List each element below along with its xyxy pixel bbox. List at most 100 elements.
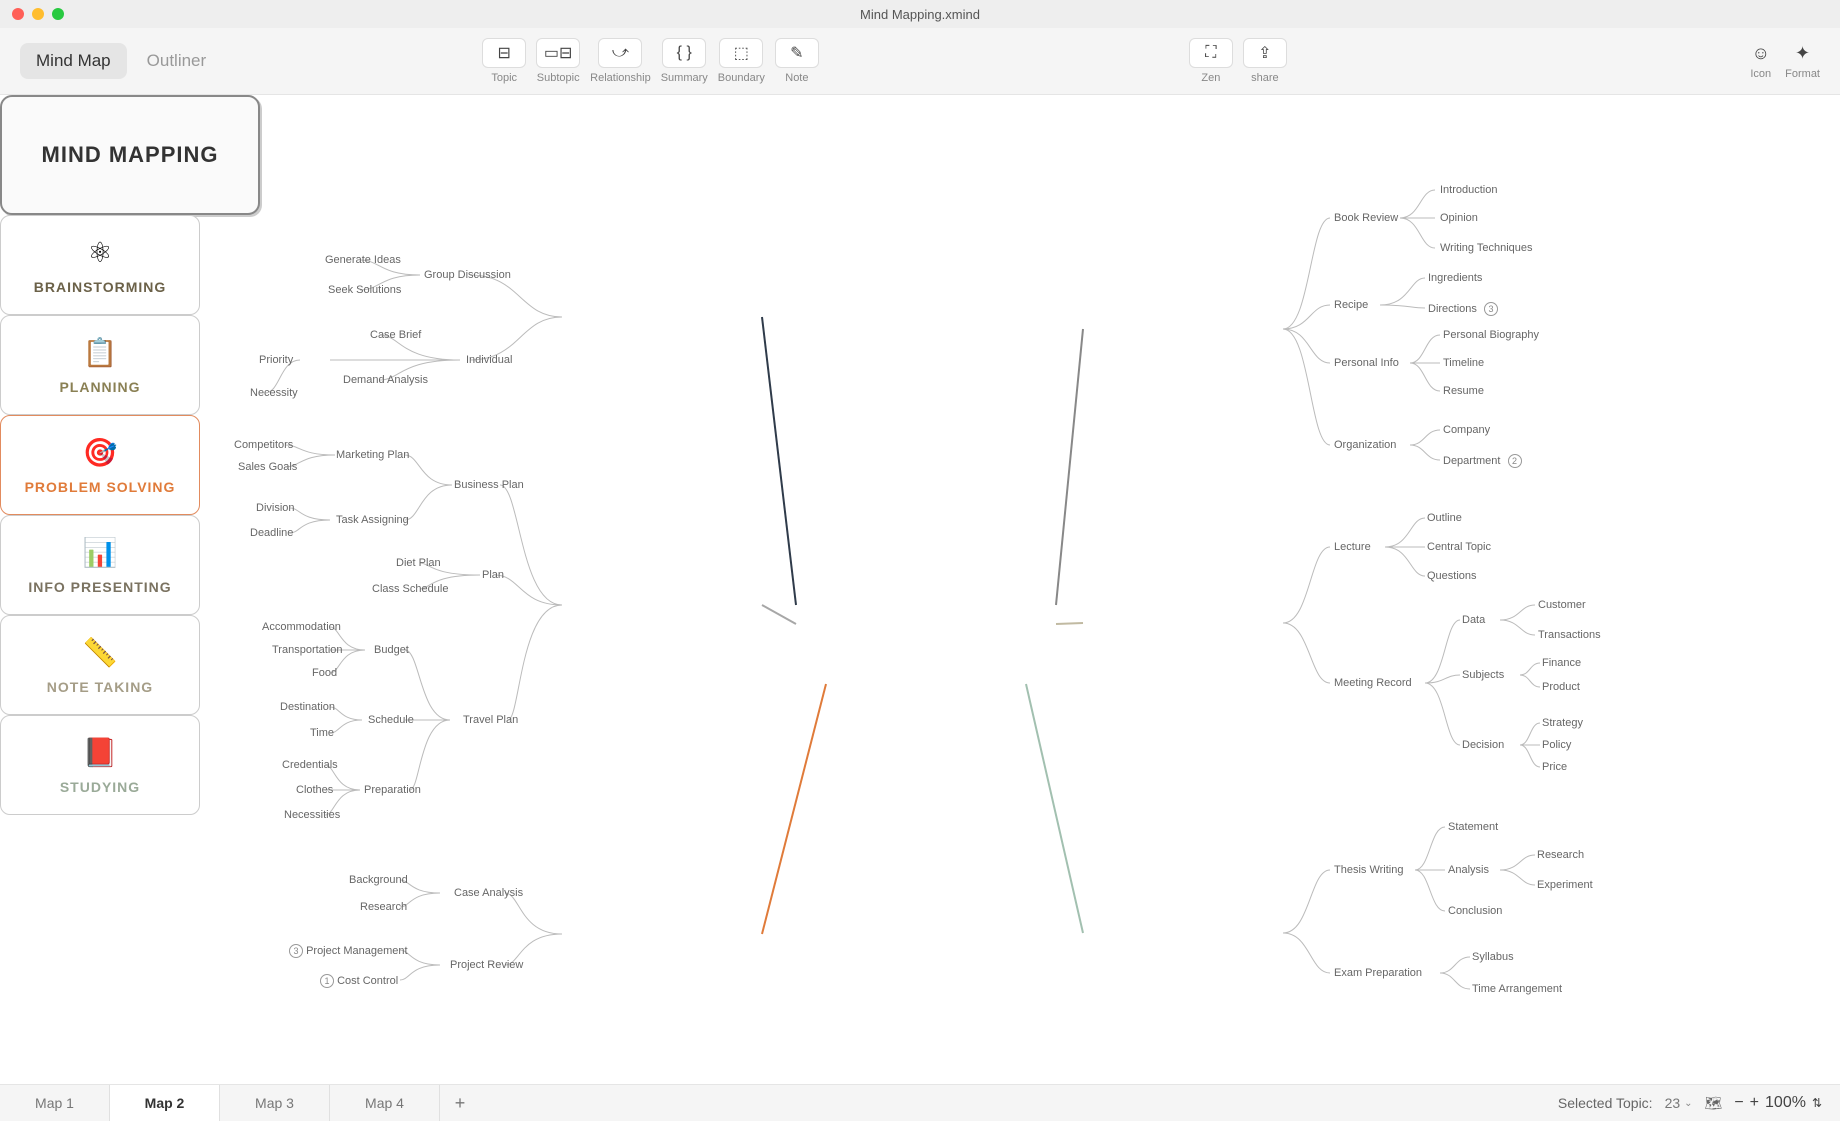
zoom-stepper-icon[interactable]: ⇅	[1812, 1096, 1822, 1110]
topic-node[interactable]: Introduction	[1440, 184, 1497, 196]
topic-node[interactable]: Time	[310, 727, 334, 739]
topic-node[interactable]: Food	[312, 667, 337, 679]
topic-node[interactable]: Schedule	[368, 714, 414, 726]
topic-node[interactable]: Timeline	[1443, 357, 1484, 369]
topic-node[interactable]: Background	[349, 874, 408, 886]
topic-button[interactable]: ⊟	[482, 38, 526, 68]
topic-node[interactable]: Diet Plan	[396, 557, 441, 569]
map-overview-icon[interactable]: 🗺	[1705, 1095, 1723, 1112]
tab-mindmap[interactable]: Mind Map	[20, 43, 127, 79]
topic-node[interactable]: Deadline	[250, 527, 293, 539]
topic-node[interactable]: Business Plan	[454, 479, 524, 491]
topic-node[interactable]: Ingredients	[1428, 272, 1482, 284]
topic-node[interactable]: Seek Solutions	[328, 284, 401, 296]
branch-info-presenting[interactable]: 📊INFO PRESENTING	[0, 515, 200, 615]
topic-node[interactable]: Division	[256, 502, 295, 514]
boundary-button[interactable]: ⬚	[719, 38, 763, 68]
topic-node[interactable]: Meeting Record	[1334, 677, 1412, 689]
sheet-tab[interactable]: Map 4	[330, 1085, 440, 1121]
topic-node[interactable]: Statement	[1448, 821, 1498, 833]
topic-node[interactable]: Group Discussion	[424, 269, 511, 281]
add-sheet-button[interactable]: +	[440, 1093, 480, 1114]
sheet-tab[interactable]: Map 2	[110, 1085, 220, 1121]
tab-outliner[interactable]: Outliner	[131, 43, 223, 79]
topic-node[interactable]: Personal Info	[1334, 357, 1399, 369]
topic-node[interactable]: Thesis Writing	[1334, 864, 1403, 876]
zoom-out-button[interactable]: −	[1734, 1094, 1743, 1112]
topic-node[interactable]: Questions	[1427, 570, 1477, 582]
maximize-icon[interactable]	[52, 8, 64, 20]
topic-node[interactable]: Destination	[280, 701, 335, 713]
topic-node[interactable]: Book Review	[1334, 212, 1398, 224]
topic-node[interactable]: Case Brief	[370, 329, 421, 341]
topic-node[interactable]: Department 2	[1443, 454, 1522, 468]
topic-node[interactable]: Directions 3	[1428, 302, 1498, 316]
canvas[interactable]: MIND MAPPING ⚛BRAINSTORMING 📋PLANNING 🎯P…	[0, 94, 1840, 1085]
topic-node[interactable]: Demand Analysis	[343, 374, 428, 386]
topic-node[interactable]: Individual	[466, 354, 512, 366]
icon-panel-button[interactable]: ☺Icon	[1750, 43, 1771, 80]
topic-node[interactable]: Lecture	[1334, 541, 1371, 553]
topic-node[interactable]: Customer	[1538, 599, 1586, 611]
topic-node[interactable]: Priority	[259, 354, 293, 366]
central-topic[interactable]: MIND MAPPING	[0, 95, 260, 215]
topic-node[interactable]: Time Arrangement	[1472, 983, 1562, 995]
topic-node[interactable]: Finance	[1542, 657, 1581, 669]
topic-node[interactable]: Plan	[482, 569, 504, 581]
branch-problem-solving[interactable]: 🎯PROBLEM SOLVING	[0, 415, 200, 515]
topic-node[interactable]: Budget	[374, 644, 409, 656]
zoom-in-button[interactable]: +	[1750, 1094, 1759, 1112]
topic-node[interactable]: Subjects	[1462, 669, 1504, 681]
note-button[interactable]: ✎	[775, 38, 819, 68]
topic-node[interactable]: Marketing Plan	[336, 449, 409, 461]
topic-node[interactable]: Transportation	[272, 644, 343, 656]
topic-node[interactable]: Clothes	[296, 784, 333, 796]
topic-node[interactable]: Writing Techniques	[1440, 242, 1533, 254]
topic-node[interactable]: Necessities	[284, 809, 340, 821]
summary-button[interactable]: { }	[662, 38, 706, 68]
topic-node[interactable]: Credentials	[282, 759, 338, 771]
close-icon[interactable]	[12, 8, 24, 20]
topic-node[interactable]: Preparation	[364, 784, 421, 796]
branch-studying[interactable]: 📕STUDYING	[0, 715, 200, 815]
branch-planning[interactable]: 📋PLANNING	[0, 315, 200, 415]
subtopic-button[interactable]: ▭⊟	[536, 38, 580, 68]
topic-node[interactable]: Organization	[1334, 439, 1396, 451]
topic-node[interactable]: Travel Plan	[463, 714, 518, 726]
topic-node[interactable]: Necessity	[250, 387, 298, 399]
topic-node[interactable]: Competitors	[234, 439, 293, 451]
selected-topic-count[interactable]: 23 ⌄	[1665, 1095, 1693, 1111]
topic-node[interactable]: Project Review	[450, 959, 523, 971]
sheet-tab[interactable]: Map 3	[220, 1085, 330, 1121]
topic-node[interactable]: 1 Cost Control	[316, 974, 398, 988]
minimize-icon[interactable]	[32, 8, 44, 20]
topic-node[interactable]: Policy	[1542, 739, 1571, 751]
topic-node[interactable]: Accommodation	[262, 621, 341, 633]
topic-node[interactable]: Strategy	[1542, 717, 1583, 729]
topic-node[interactable]: Opinion	[1440, 212, 1478, 224]
topic-node[interactable]: Exam Preparation	[1334, 967, 1422, 979]
topic-node[interactable]: Transactions	[1538, 629, 1601, 641]
topic-node[interactable]: Experiment	[1537, 879, 1593, 891]
topic-node[interactable]: Syllabus	[1472, 951, 1514, 963]
topic-node[interactable]: Recipe	[1334, 299, 1368, 311]
topic-node[interactable]: Company	[1443, 424, 1490, 436]
sheet-tab[interactable]: Map 1	[0, 1085, 110, 1121]
topic-node[interactable]: Decision	[1462, 739, 1504, 751]
topic-node[interactable]: Price	[1542, 761, 1567, 773]
branch-note-taking[interactable]: 📏NOTE TAKING	[0, 615, 200, 715]
zen-button[interactable]: ⛶	[1189, 38, 1233, 68]
topic-node[interactable]: Conclusion	[1448, 905, 1502, 917]
topic-node[interactable]: Sales Goals	[238, 461, 297, 473]
topic-node[interactable]: Case Analysis	[454, 887, 523, 899]
topic-node[interactable]: Task Assigning	[336, 514, 409, 526]
topic-node[interactable]: Personal Biography	[1443, 329, 1539, 341]
topic-node[interactable]: Data	[1462, 614, 1485, 626]
topic-node[interactable]: Analysis	[1448, 864, 1489, 876]
topic-node[interactable]: Resume	[1443, 385, 1484, 397]
topic-node[interactable]: Central Topic	[1427, 541, 1491, 553]
topic-node[interactable]: Research	[1537, 849, 1584, 861]
relationship-button[interactable]: ⤻	[598, 38, 642, 68]
share-button[interactable]: ⇪	[1243, 38, 1287, 68]
format-panel-button[interactable]: ✦Format	[1785, 43, 1820, 80]
